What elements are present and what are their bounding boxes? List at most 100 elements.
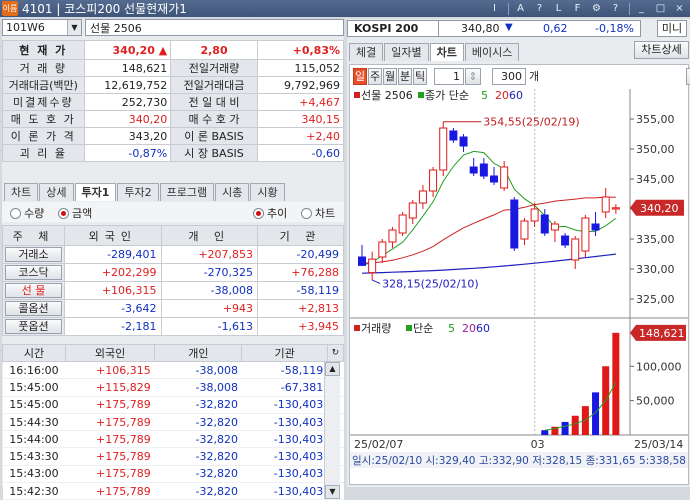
quote-value: 340,20 (83, 110, 172, 128)
investor-row-button[interactable]: 선 물 (2, 281, 65, 300)
tab-investor1[interactable]: 투자1 (74, 183, 117, 201)
info-button[interactable]: ? (607, 2, 624, 16)
candle-body (540, 214, 549, 234)
chart-toolbar: 일 주 월 분 틱 1 ⇕ 300 개 ✎ (353, 68, 690, 88)
minimize-button[interactable]: _ (633, 2, 650, 16)
candle-body (388, 229, 397, 243)
maximize-button[interactable]: □ (652, 2, 669, 16)
radio-quantity[interactable]: 수량 (10, 205, 44, 221)
volume-bar (592, 392, 600, 435)
tab-market-cap[interactable]: 시총 (215, 183, 250, 201)
quote-label: 전일거래량 (170, 59, 258, 77)
candle-body (490, 175, 498, 183)
volume-bar (612, 332, 620, 435)
price-tick-label: 335,00 (636, 233, 675, 246)
candle-body (479, 163, 488, 177)
quote-value: 252,730 (83, 93, 172, 111)
app-badge: 이름 (2, 1, 18, 16)
radio-trend[interactable]: 추이 (253, 205, 287, 221)
tick-foreign: +175,789 (65, 465, 155, 484)
institution-value: -20,499 (257, 245, 344, 264)
personal-value: -38,008 (160, 281, 259, 300)
tab-market-news[interactable]: 시황 (250, 183, 285, 201)
view-options: 수량 금액 추이 차트 (2, 202, 344, 222)
current-price: 340,20 ▲ (83, 40, 172, 60)
legend-ma-period: 60 (509, 89, 523, 102)
investor-row-button[interactable]: 거래소 (2, 245, 65, 264)
investor-row: 코스닥 +202,299 -270,325 +76,288 (2, 263, 344, 282)
kospi-bar: KOSPI 200 340,80 ▼ 0,62 -0,18% 미니 (347, 19, 690, 37)
settings-button[interactable]: ⚙ (588, 2, 605, 16)
volume-bar (541, 430, 549, 435)
period-tick-button[interactable]: 틱 (413, 68, 427, 85)
period-day-button[interactable]: 일 (353, 68, 367, 85)
bar-count-input[interactable]: 300 (492, 68, 526, 85)
tick-personal: -38,008 (154, 378, 242, 397)
refresh-icon[interactable]: ↻ (326, 344, 345, 362)
candle-body (439, 127, 448, 171)
interval-spin-icon[interactable]: ⇕ (465, 68, 481, 85)
legend-volume-label: 거래량 (361, 322, 391, 335)
help-button[interactable]: ? (531, 2, 548, 16)
tab-daily[interactable]: 일자별 (384, 43, 429, 61)
chart-tool-icon[interactable]: ✎ (686, 68, 690, 85)
candle-body (459, 136, 468, 147)
link-button[interactable]: L (550, 2, 567, 16)
quote-label: 시 장 BASIS (170, 144, 258, 162)
scroll-bottom-icon[interactable]: ▼ (325, 485, 340, 499)
quote-row: 괴 리 율 -0,87% 시 장 BASIS -0,60 (2, 144, 345, 162)
radio-chart[interactable]: 차트 (301, 205, 335, 221)
volume-bar (561, 421, 569, 435)
tick-scrollbar[interactable]: ▲ ▼ (324, 362, 340, 499)
function-button[interactable]: F (569, 2, 586, 16)
investor-row-button[interactable]: 코스닥 (2, 263, 65, 282)
tool-i-button[interactable]: I (486, 2, 503, 16)
row-label: 선 물 (5, 283, 62, 298)
chart-detail-button[interactable]: 차트상세 (634, 41, 689, 59)
x-axis-label: 03 (531, 438, 545, 451)
quote-label: 매 도 호 가 (2, 110, 85, 128)
tab-detail[interactable]: 상세 (39, 183, 74, 201)
volume-bar (571, 415, 579, 435)
close-button[interactable]: × (671, 2, 688, 16)
candle-body (469, 166, 478, 174)
tab-program[interactable]: 프로그램 (159, 183, 215, 201)
mini-button[interactable]: 미니 (657, 19, 687, 37)
code-input[interactable]: 101W6 ▼ (2, 19, 82, 36)
tab-chart[interactable]: 차트 (4, 183, 39, 201)
tick-foreign: +175,789 (65, 482, 155, 500)
tab-investor2[interactable]: 투자2 (117, 183, 159, 201)
column-header: 외국인 (64, 225, 162, 246)
titlebar-separator (508, 2, 509, 15)
tab-trades[interactable]: 체결 (349, 43, 384, 61)
interval-input[interactable]: 1 (434, 68, 464, 85)
radio-label: 차트 (315, 207, 336, 220)
tick-institution: -58,119 (241, 361, 328, 380)
scroll-up-icon[interactable]: ▲ (325, 362, 340, 376)
investor-row-button[interactable]: 풋옵션 (2, 317, 65, 336)
price-change: 2,80 (170, 40, 258, 60)
tab-chart-right[interactable]: 차트 (429, 43, 464, 61)
tab-basis[interactable]: 베이시스 (464, 43, 520, 61)
investor-row-button[interactable]: 콜옵션 (2, 299, 65, 318)
legend-volume-ma-period: 5 (448, 322, 455, 335)
period-month-button[interactable]: 월 (383, 68, 397, 85)
quote-row-current: 현 재 가 340,20 ▲ 2,80 +0,83% (2, 40, 345, 60)
quote-row: 거 래 량 148,621 전일거래량 115,052 (2, 59, 345, 77)
candle-body (429, 169, 438, 192)
period-week-button[interactable]: 주 (368, 68, 382, 85)
chart-area: 일 주 월 분 틱 1 ⇕ 300 개 ✎ 선물 2506종가 단순520603… (349, 64, 690, 485)
radio-amount[interactable]: 금액 (58, 205, 92, 221)
chevron-down-icon[interactable]: ▼ (67, 20, 81, 35)
tick-header: 시간 외국인 개인 기관 ↻ (2, 344, 345, 362)
quote-value: -0,87% (83, 144, 172, 162)
tick-foreign: +106,315 (65, 361, 155, 380)
tick-time: 16:16:00 (2, 361, 66, 380)
high-note: 354,55(25/02/19) (483, 116, 579, 129)
kospi-values: 340,80 ▼ 0,62 -0,18% (439, 19, 641, 37)
period-minute-button[interactable]: 분 (398, 68, 412, 85)
volume-tick-label: 50,000 (636, 395, 675, 408)
foreign-value: +202,299 (64, 263, 162, 282)
font-size-button[interactable]: A (512, 2, 529, 16)
tick-row: 15:45:00 +175,789 -32,820 -130,403 (2, 396, 344, 414)
